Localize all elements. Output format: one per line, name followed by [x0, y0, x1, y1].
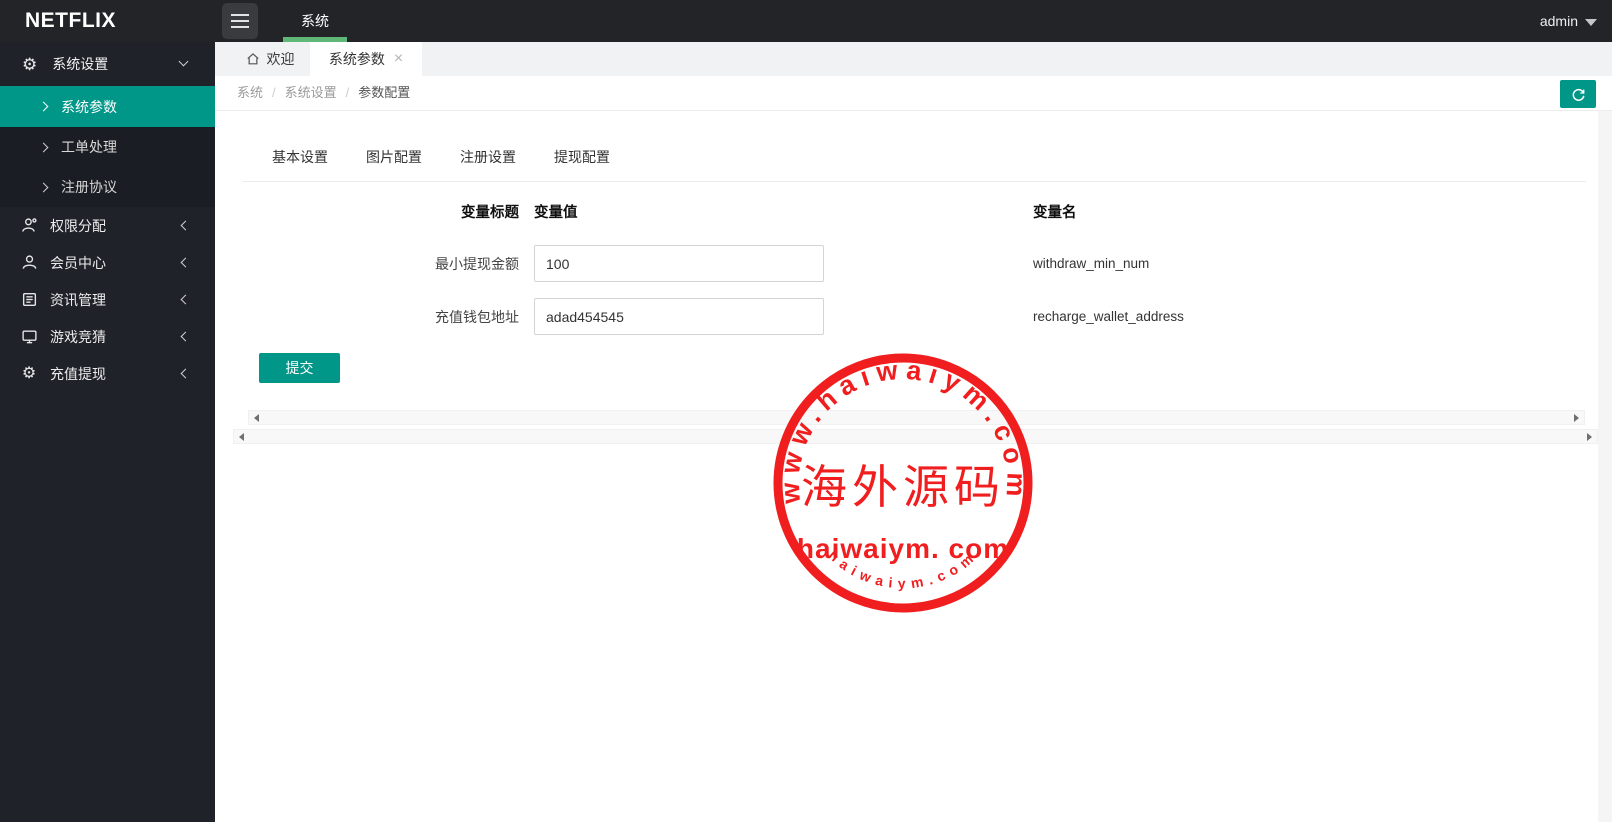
- sidebar-subitem-label: 工单处理: [61, 139, 117, 155]
- sidebar-item-game-quiz[interactable]: 游戏竞猜: [0, 318, 215, 355]
- page-tab-bar: 欢迎 系统参数 ×: [215, 42, 1612, 76]
- scroll-left-arrow-icon[interactable]: [239, 433, 244, 441]
- tab-label: 系统参数: [328, 51, 385, 67]
- column-header-title: 变量标题: [461, 205, 519, 221]
- sidebar-toggle-button[interactable]: [222, 3, 258, 39]
- breadcrumb: 系统 / 系统设置 / 参数配置: [237, 76, 410, 110]
- chevron-down-icon: [1585, 19, 1597, 26]
- column-header-value: 变量值: [534, 205, 578, 221]
- scroll-left-arrow-icon[interactable]: [254, 414, 259, 422]
- chevron-left-icon: [180, 257, 191, 268]
- divider: [243, 181, 1586, 182]
- sidebar-item-recharge-withdraw[interactable]: ⚙ 充值提现: [0, 355, 215, 392]
- breadcrumb-item[interactable]: 系统: [237, 85, 263, 100]
- user-icon: [20, 254, 38, 272]
- tab-register-settings[interactable]: 注册设置: [460, 147, 516, 167]
- chevron-left-icon: [180, 294, 191, 305]
- tab-image-config[interactable]: 图片配置: [366, 147, 422, 167]
- user-plus-icon: [20, 217, 38, 235]
- user-menu[interactable]: admin: [1540, 0, 1578, 42]
- gear-icon: ⚙: [22, 54, 38, 74]
- chevron-right-icon: [38, 101, 49, 112]
- scroll-right-arrow-icon[interactable]: [1587, 433, 1592, 441]
- tab-withdraw-config[interactable]: 提现配置: [554, 147, 610, 167]
- sidebar-subitem-label: 系统参数: [61, 98, 117, 115]
- horizontal-scrollbar-inner[interactable]: [248, 410, 1585, 425]
- news-icon: [20, 291, 38, 309]
- sidebar-item-label: 游戏竞猜: [50, 328, 106, 345]
- chevron-left-icon: [180, 368, 191, 379]
- top-header: NETFLIX 系统 admin: [0, 0, 1612, 42]
- variable-name: recharge_wallet_address: [1033, 309, 1184, 324]
- breadcrumb-current: 参数配置: [358, 85, 411, 100]
- brand-logo: NETFLIX: [25, 9, 116, 32]
- chevron-left-icon: [180, 220, 191, 231]
- scroll-right-arrow-icon[interactable]: [1574, 414, 1579, 422]
- sidebar-submenu: 系统参数 工单处理 注册协议: [0, 86, 215, 207]
- chevron-left-icon: [180, 331, 191, 342]
- breadcrumb-separator: /: [272, 85, 276, 100]
- close-icon[interactable]: ×: [394, 51, 403, 67]
- tab-system-params[interactable]: 系统参数 ×: [310, 42, 422, 76]
- sidebar-subitem-work-orders[interactable]: 工单处理: [0, 127, 215, 167]
- submit-button[interactable]: 提交: [259, 353, 340, 383]
- sidebar-subitem-label: 注册协议: [61, 179, 117, 195]
- breadcrumb-item[interactable]: 系统设置: [285, 85, 337, 100]
- chevron-right-icon: [38, 182, 49, 192]
- sidebar-item-label: 权限分配: [50, 217, 106, 234]
- topnav-active-indicator: [283, 37, 347, 42]
- chevron-down-icon: [178, 56, 189, 67]
- horizontal-scrollbar-outer[interactable]: [233, 429, 1598, 444]
- topnav-item-system[interactable]: 系统: [277, 0, 353, 42]
- breadcrumb-bar: 系统 / 系统设置 / 参数配置: [215, 76, 1612, 111]
- admin-app: NETFLIX 系统 admin ⚙ 系统设置 系统参数 工单处理 注册协议 权…: [0, 0, 1612, 822]
- sidebar-item-system-settings[interactable]: ⚙ 系统设置: [0, 42, 215, 86]
- field-label-recharge-wallet: 充值钱包地址: [435, 309, 519, 325]
- monitor-icon: [20, 328, 38, 346]
- recharge-wallet-input[interactable]: [534, 298, 824, 335]
- sidebar: ⚙ 系统设置 系统参数 工单处理 注册协议 权限分配 会员中心 资讯管理 游戏竞…: [0, 42, 215, 822]
- breadcrumb-separator: /: [345, 85, 350, 100]
- sidebar-item-label: 资讯管理: [50, 291, 106, 308]
- main-content: 基本设置 图片配置 注册设置 提现配置 变量标题 变量值 变量名 最小提现金额 …: [215, 111, 1612, 822]
- tab-welcome[interactable]: 欢迎: [230, 42, 310, 76]
- tab-basic-settings[interactable]: 基本设置: [272, 147, 328, 167]
- refresh-button[interactable]: [1560, 80, 1596, 108]
- field-label-min-withdraw: 最小提现金额: [435, 256, 519, 272]
- settings-tabs: 基本设置 图片配置 注册设置 提现配置: [272, 147, 610, 167]
- right-gutter: [1598, 111, 1612, 822]
- sidebar-item-permissions[interactable]: 权限分配: [0, 207, 215, 244]
- home-icon: [246, 53, 259, 65]
- sidebar-item-label: 会员中心: [50, 254, 106, 271]
- gear-icon: ⚙: [21, 364, 37, 382]
- column-header-name: 变量名: [1033, 205, 1077, 221]
- chevron-right-icon: [38, 142, 49, 152]
- tab-label: 欢迎: [266, 51, 295, 67]
- sidebar-item-label: 充值提现: [50, 365, 106, 382]
- refresh-icon: [1572, 88, 1584, 101]
- sidebar-subitem-system-params[interactable]: 系统参数: [0, 86, 215, 127]
- min-withdraw-input[interactable]: [534, 245, 824, 282]
- sidebar-subitem-register-agreement[interactable]: 注册协议: [0, 167, 215, 207]
- sidebar-item-members[interactable]: 会员中心: [0, 244, 215, 281]
- hamburger-icon: [231, 14, 249, 16]
- sidebar-item-label: 系统设置: [52, 56, 109, 72]
- sidebar-item-news[interactable]: 资讯管理: [0, 281, 215, 318]
- variable-name: withdraw_min_num: [1033, 256, 1150, 271]
